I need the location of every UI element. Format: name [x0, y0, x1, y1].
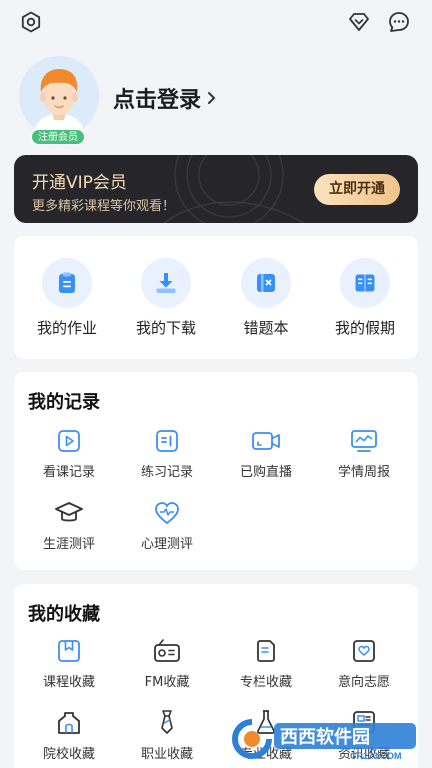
login-text[interactable]: 点击登录: [113, 82, 201, 114]
error-book-icon: [257, 274, 275, 292]
quick-action-label: 错题本: [243, 319, 289, 337]
chevron-right-icon: [208, 92, 216, 104]
favorites-title: 我的收藏: [28, 604, 100, 625]
gear-icon[interactable]: [19, 10, 43, 34]
favorite-item-label: 专栏收藏: [239, 675, 292, 690]
vip-subtitle: 更多精彩课程等你观看！: [32, 199, 176, 214]
quick-action-error-book[interactable]: 错题本: [216, 258, 316, 338]
avatar[interactable]: [19, 56, 99, 136]
favorite-item-column[interactable]: 专栏收藏: [216, 638, 316, 690]
holiday-book-icon: [355, 274, 375, 292]
records-title: 我的记录: [28, 392, 100, 413]
quick-action-label: 我的假期: [334, 319, 395, 337]
course-bookmark-icon: [58, 640, 80, 662]
member-badge: 注册会员: [31, 129, 85, 145]
school-icon: [58, 712, 80, 734]
favorite-item-aspiration[interactable]: 意向志愿: [314, 638, 414, 690]
record-item-label: 已购直播: [239, 465, 292, 480]
download-icon: [156, 273, 176, 293]
record-item-label: 练习记录: [140, 465, 193, 480]
record-item-label: 生涯测评: [42, 537, 95, 552]
favorite-item-label: FM收藏: [144, 675, 190, 690]
favorite-item-course[interactable]: 课程收藏: [19, 638, 119, 690]
favorite-item-label: 课程收藏: [42, 675, 95, 690]
quick-action-downloads[interactable]: 我的下载: [116, 258, 216, 338]
radio-icon: [154, 639, 180, 662]
tie-icon: [161, 710, 173, 734]
favorite-item-label: 意向志愿: [337, 675, 390, 690]
diamond-icon[interactable]: [347, 10, 371, 34]
record-item-purchased-live[interactable]: 已购直播: [216, 428, 316, 480]
vip-title: 开通VIP会员: [32, 173, 127, 193]
login-link[interactable]: 点击登录: [113, 82, 217, 114]
record-item-label: 看课记录: [42, 465, 95, 480]
svg-text:西西软件园: 西西软件园: [280, 726, 370, 747]
watermark-logo: 西西软件园 CR173.COM: [232, 719, 416, 761]
record-item-label: 心理测评: [140, 537, 193, 552]
heart-pulse-icon: [155, 502, 179, 525]
record-item-psychology-assessment[interactable]: 心理测评: [117, 500, 217, 552]
favorite-item-career[interactable]: 职业收藏: [117, 708, 217, 762]
quick-action-holiday[interactable]: 我的假期: [315, 258, 415, 338]
favorite-item-label: 院校收藏: [42, 747, 95, 762]
column-icon: [257, 640, 275, 662]
heart-card-icon: [353, 640, 375, 662]
vip-banner[interactable]: 开通VIP会员 更多精彩课程等你观看！ 立即开通: [14, 155, 418, 223]
quick-action-label: 我的作业: [36, 319, 97, 337]
favorite-item-label: 职业收藏: [140, 747, 193, 762]
quick-action-label: 我的下载: [135, 319, 196, 337]
practice-icon: [156, 430, 178, 452]
records-card: 我的记录 看课记录 练习记录 已购直播 学情周报 生涯测评 心理测评: [14, 372, 418, 570]
clipboard-icon: [59, 272, 75, 293]
live-camera-icon: [252, 432, 280, 450]
site-watermark: 西西软件园 CR173.COM: [230, 715, 420, 763]
report-chart-icon: [351, 430, 377, 452]
record-item-practice[interactable]: 练习记录: [117, 428, 217, 480]
default-avatar-illustration: [19, 56, 99, 136]
record-item-course-history[interactable]: 看课记录: [19, 428, 119, 480]
graduation-cap-icon: [55, 502, 83, 522]
record-item-label: 学情周报: [337, 465, 390, 480]
quick-actions-card: 我的作业 我的下载 错题本 我的假期: [14, 236, 418, 359]
favorite-item-school[interactable]: 院校收藏: [19, 708, 119, 762]
chat-bubble-icon[interactable]: [387, 10, 411, 34]
favorite-item-fm[interactable]: FM收藏: [117, 638, 217, 690]
profile-section[interactable]: 注册会员 点击登录: [0, 52, 432, 148]
record-item-career-assessment[interactable]: 生涯测评: [19, 500, 119, 552]
top-bar: [0, 0, 432, 44]
quick-action-homework[interactable]: 我的作业: [17, 258, 117, 338]
video-play-icon: [58, 430, 80, 452]
open-vip-button[interactable]: 立即开通: [314, 174, 400, 205]
record-item-weekly-report[interactable]: 学情周报: [314, 428, 414, 480]
svg-text:CR173.COM: CR173.COM: [350, 751, 402, 761]
